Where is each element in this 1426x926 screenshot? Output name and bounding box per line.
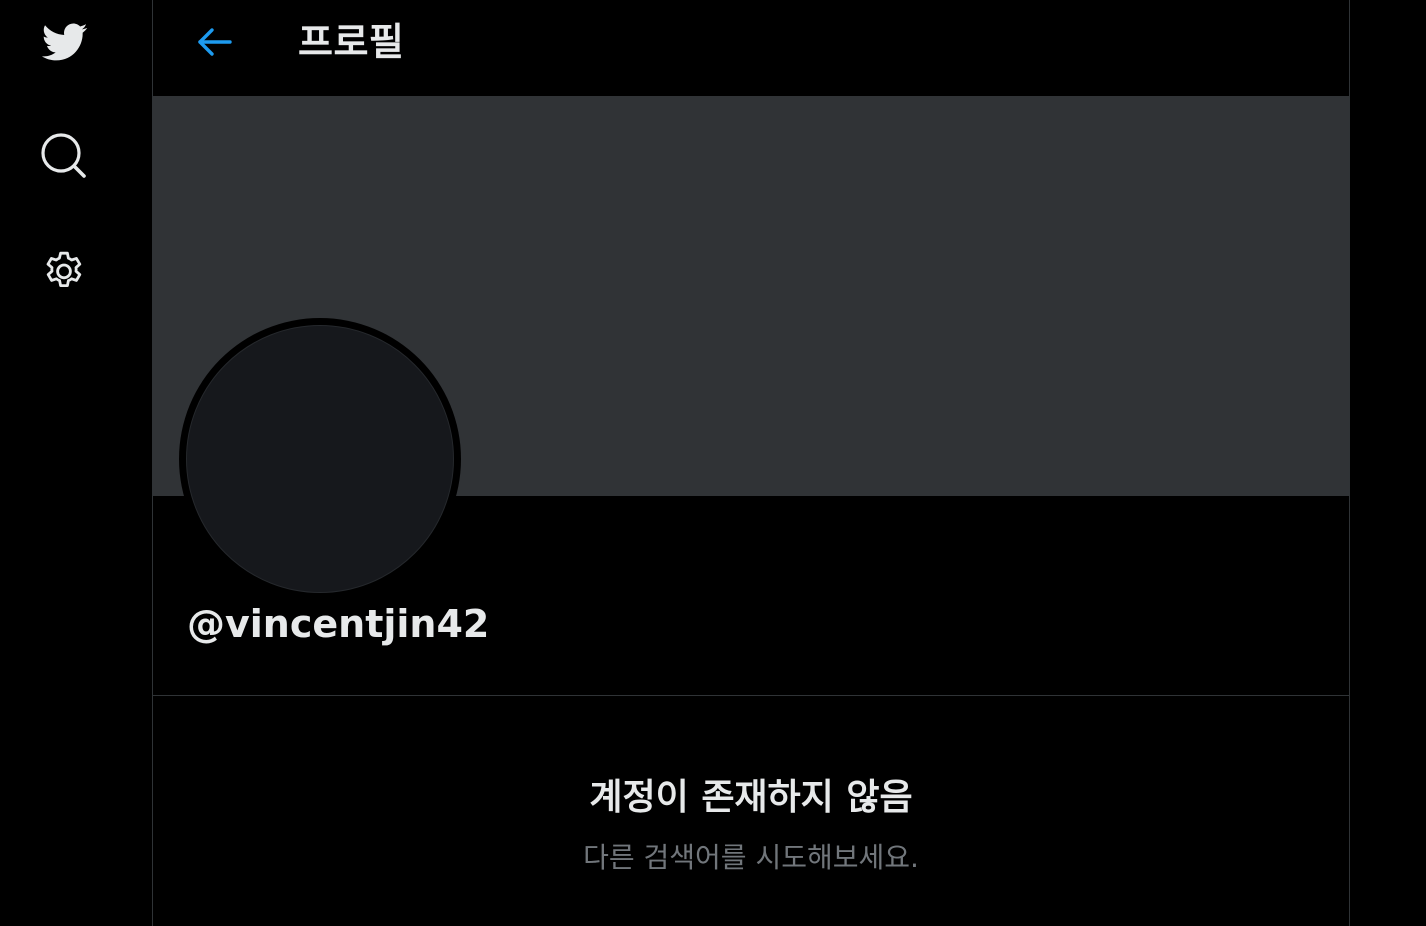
profile-header: 프로필: [153, 0, 1349, 96]
empty-state: 계정이 존재하지 않음 다른 검색어를 시도해보세요.: [153, 770, 1349, 878]
sidebar: [0, 0, 152, 926]
section-divider: [153, 695, 1349, 696]
gear-icon: [46, 251, 82, 287]
back-button[interactable]: [185, 12, 245, 72]
empty-state-subtitle: 다른 검색어를 시도해보세요.: [583, 841, 919, 874]
arrow-left-icon: [198, 28, 232, 56]
search-icon: [41, 133, 86, 178]
empty-state-title: 계정이 존재하지 않음: [589, 777, 913, 818]
profile-handle: @vincentjin42: [187, 602, 490, 646]
avatar-placeholder: [186, 325, 454, 593]
app-root: 프로필 @vincentjin42 계정이 존재하지 않음 다른 검색어를 시도…: [0, 0, 1426, 926]
settings-button[interactable]: [24, 232, 104, 312]
main-column: 프로필 @vincentjin42 계정이 존재하지 않음 다른 검색어를 시도…: [152, 0, 1350, 926]
page-title: 프로필: [298, 20, 405, 64]
home-logo-button[interactable]: [24, 2, 104, 82]
search-button[interactable]: [24, 116, 104, 196]
avatar[interactable]: [179, 318, 461, 600]
twitter-bird-icon: [41, 23, 88, 61]
